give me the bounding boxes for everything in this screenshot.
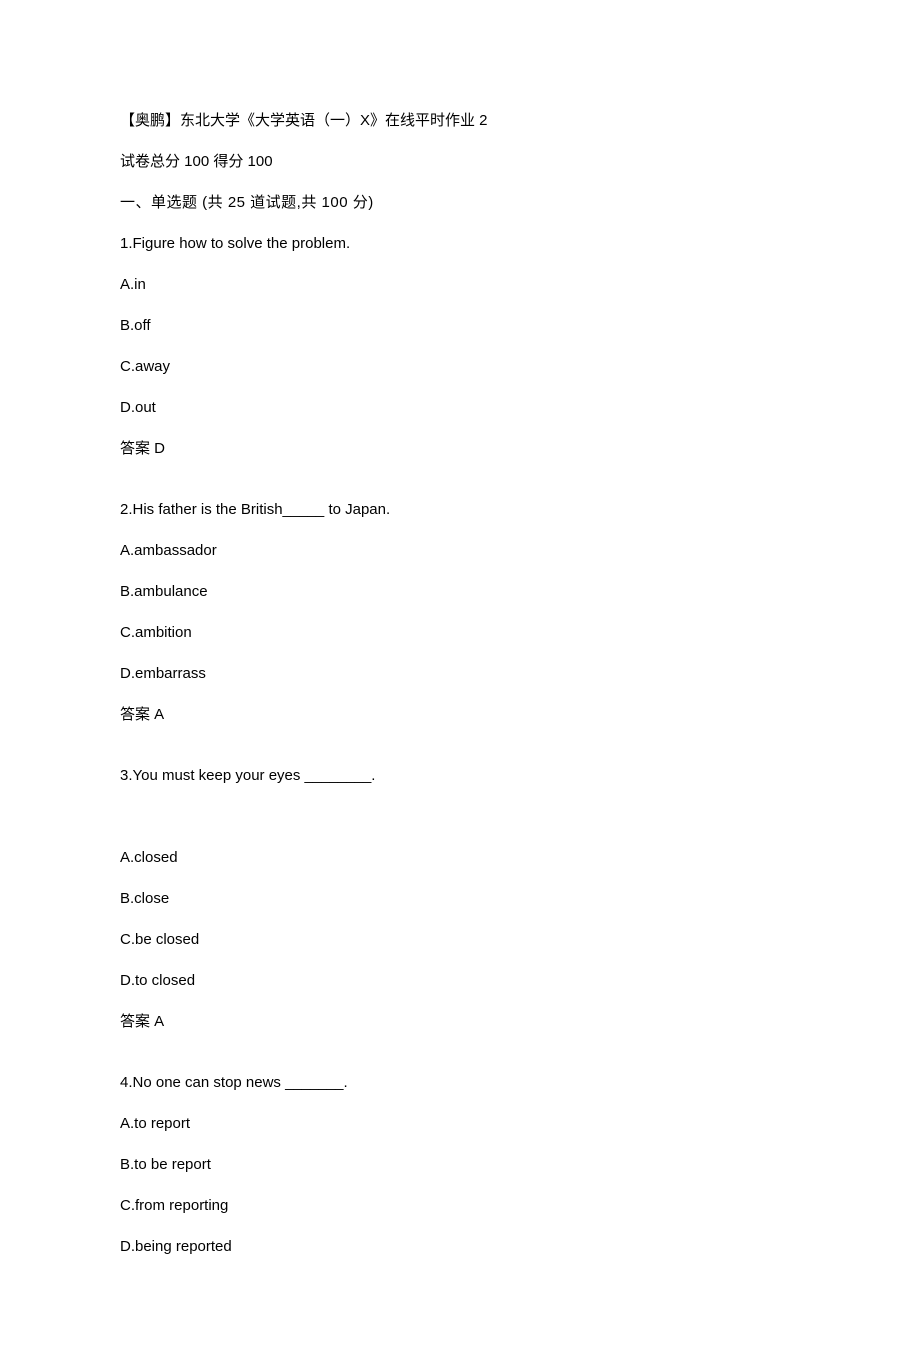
question-answer: 答案 D <box>120 438 800 459</box>
question-option: D.out <box>120 397 800 418</box>
question-option: D.to closed <box>120 970 800 991</box>
question-option: A.to report <box>120 1113 800 1134</box>
question-answer: 答案 A <box>120 1011 800 1032</box>
question-option: B.close <box>120 888 800 909</box>
question-option: C.be closed <box>120 929 800 950</box>
question-stem: 2.His father is the British_____ to Japa… <box>120 499 800 520</box>
question-option: A.closed <box>120 847 800 868</box>
question-4: 4.No one can stop news _______. A.to rep… <box>120 1072 800 1257</box>
score-line: 试卷总分 100 得分 100 <box>120 151 800 172</box>
question-3: 3.You must keep your eyes ________. A.cl… <box>120 765 800 1032</box>
question-1: 1.Figure how to solve the problem. A.in … <box>120 233 800 459</box>
question-option: D.embarrass <box>120 663 800 684</box>
question-blank-line <box>120 806 800 827</box>
question-option: C.from reporting <box>120 1195 800 1216</box>
question-stem: 1.Figure how to solve the problem. <box>120 233 800 254</box>
question-stem: 4.No one can stop news _______. <box>120 1072 800 1093</box>
question-answer: 答案 A <box>120 704 800 725</box>
question-option: B.off <box>120 315 800 336</box>
question-option: D.being reported <box>120 1236 800 1257</box>
question-stem: 3.You must keep your eyes ________. <box>120 765 800 786</box>
question-option: C.ambition <box>120 622 800 643</box>
section-heading: 一、单选题 (共 25 道试题,共 100 分) <box>120 192 800 213</box>
question-option: A.ambassador <box>120 540 800 561</box>
question-option: A.in <box>120 274 800 295</box>
document-title: 【奥鹏】东北大学《大学英语（一）X》在线平时作业 2 <box>120 110 800 131</box>
question-2: 2.His father is the British_____ to Japa… <box>120 499 800 725</box>
question-option: B.to be report <box>120 1154 800 1175</box>
question-option: C.away <box>120 356 800 377</box>
question-option: B.ambulance <box>120 581 800 602</box>
